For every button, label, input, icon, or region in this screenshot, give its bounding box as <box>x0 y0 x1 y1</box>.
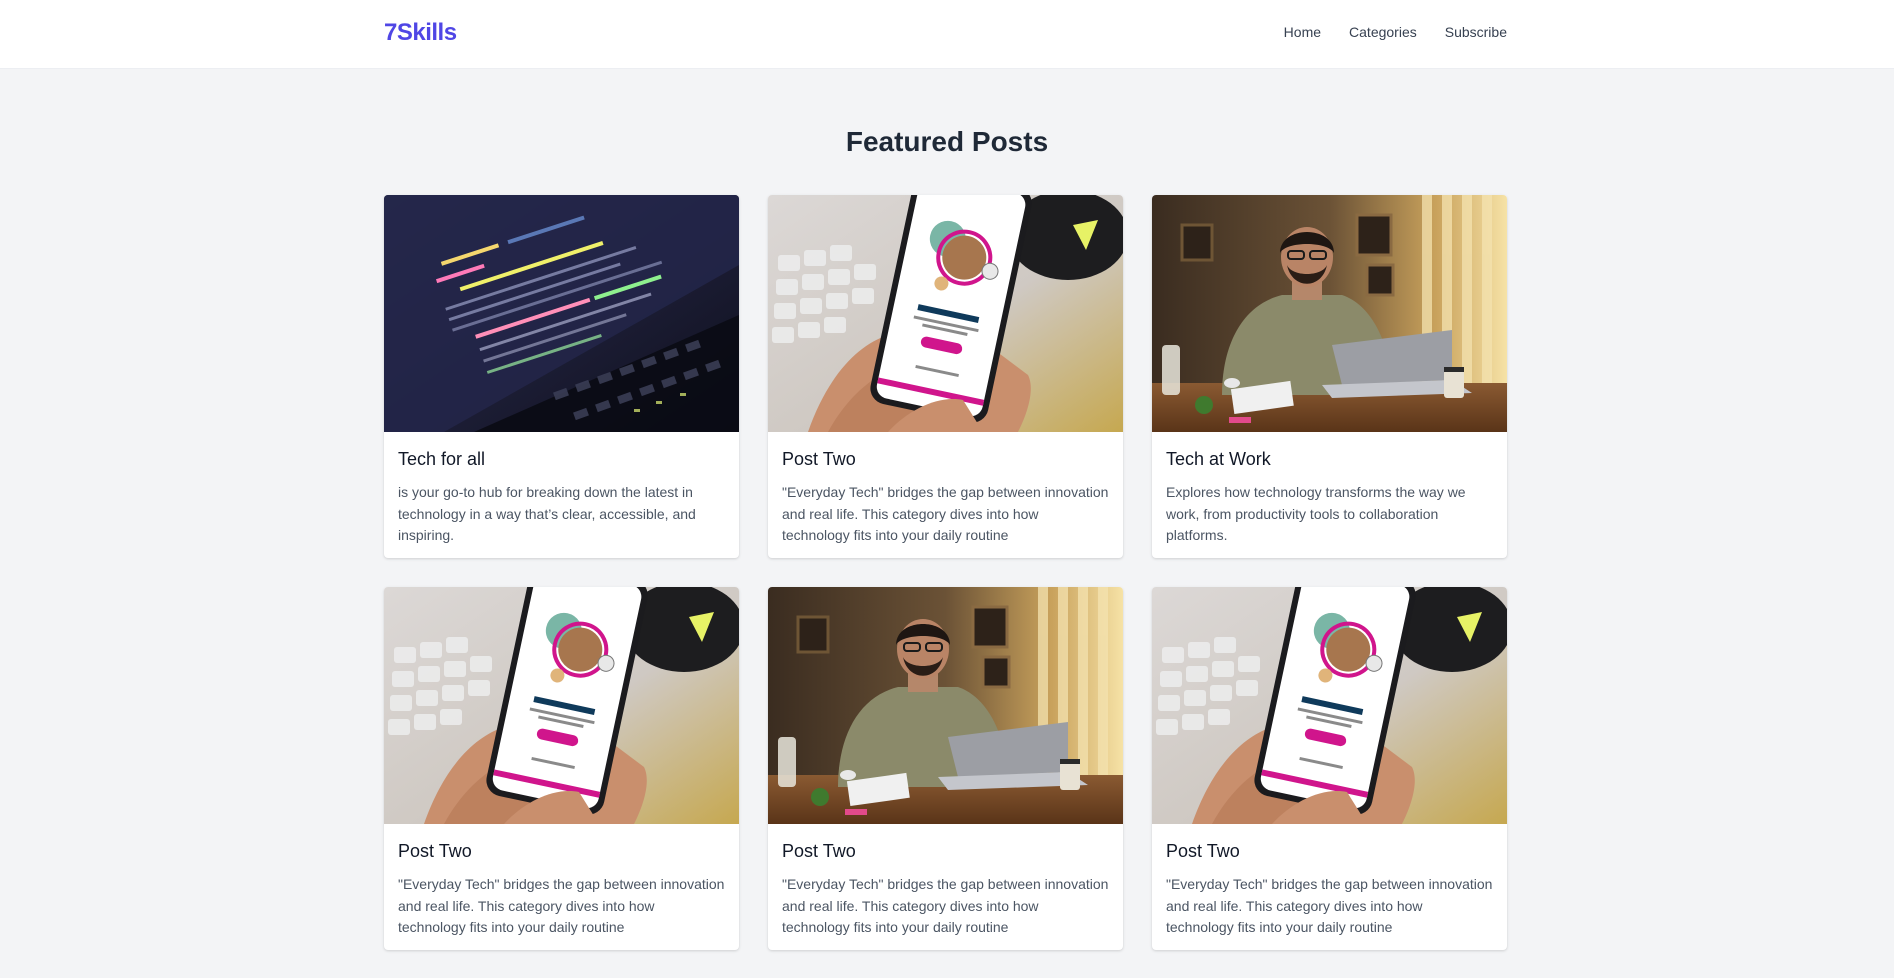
post-thumbnail-phone <box>768 195 1123 432</box>
post-thumbnail-laptop <box>1152 195 1507 432</box>
post-card-body: Post Two "Everyday Tech" bridges the gap… <box>1152 824 1507 939</box>
post-excerpt: "Everyday Tech" bridges the gap between … <box>1166 876 1493 935</box>
top-navbar: 7Skills Home Categories Subscribe <box>0 0 1894 69</box>
post-card-body: Tech for all is your go-to hub for break… <box>384 432 739 547</box>
post-card-body: Tech at Work Explores how technology tra… <box>1152 432 1507 547</box>
post-card-body: Post Two "Everyday Tech" bridges the gap… <box>768 432 1123 547</box>
post-card-body: Post Two "Everyday Tech" bridges the gap… <box>768 824 1123 939</box>
post-thumbnail-code-screen <box>384 195 739 432</box>
post-card[interactable]: Post Two "Everyday Tech" bridges the gap… <box>384 587 739 950</box>
post-excerpt: "Everyday Tech" bridges the gap between … <box>782 484 1109 543</box>
post-title[interactable]: Tech at Work <box>1166 449 1493 470</box>
brand-logo-link[interactable]: 7Skills <box>384 19 457 47</box>
post-excerpt: is your go-to hub for breaking down the … <box>398 484 696 543</box>
post-card[interactable]: Tech at Work Explores how technology tra… <box>1152 195 1507 558</box>
nav-link-subscribe[interactable]: Subscribe <box>1445 24 1507 40</box>
main-nav: Home Categories Subscribe <box>1284 24 1507 40</box>
post-card[interactable]: Tech for all is your go-to hub for break… <box>384 195 739 558</box>
post-title[interactable]: Post Two <box>1166 841 1493 862</box>
post-card-body: Post Two "Everyday Tech" bridges the gap… <box>384 824 739 939</box>
post-title[interactable]: Tech for all <box>398 449 725 470</box>
post-card[interactable]: Post Two "Everyday Tech" bridges the gap… <box>768 587 1123 950</box>
post-title[interactable]: Post Two <box>782 841 1109 862</box>
post-excerpt: Explores how technology transforms the w… <box>1166 484 1466 543</box>
section-heading: Featured Posts <box>845 126 1049 157</box>
post-title[interactable]: Post Two <box>782 449 1109 470</box>
post-thumbnail-laptop <box>768 587 1123 824</box>
post-thumbnail-phone <box>1152 587 1507 824</box>
nav-link-categories[interactable]: Categories <box>1349 24 1417 40</box>
nav-link-home[interactable]: Home <box>1284 24 1321 40</box>
post-title[interactable]: Post Two <box>398 841 725 862</box>
post-card[interactable]: Post Two "Everyday Tech" bridges the gap… <box>768 195 1123 558</box>
post-card[interactable]: Post Two "Everyday Tech" bridges the gap… <box>1152 587 1507 950</box>
featured-posts-grid: Tech for all is your go-to hub for break… <box>384 195 1508 950</box>
post-excerpt: "Everyday Tech" bridges the gap between … <box>782 876 1109 935</box>
post-thumbnail-phone <box>384 587 739 824</box>
post-excerpt: "Everyday Tech" bridges the gap between … <box>398 876 725 935</box>
